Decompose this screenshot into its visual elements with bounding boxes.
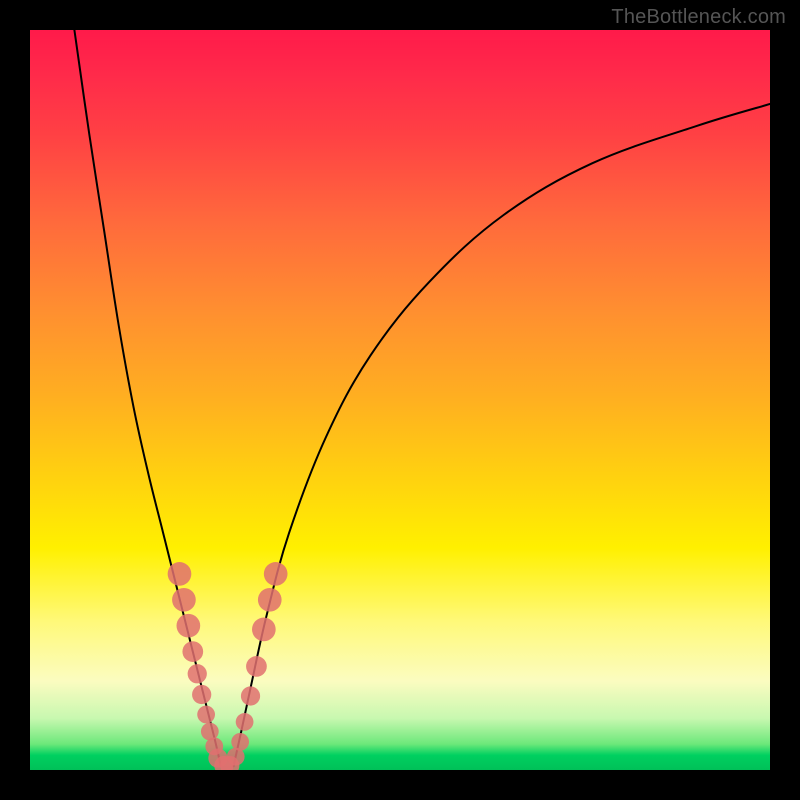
chart-svg [30, 30, 770, 770]
marker-point [241, 686, 260, 705]
marker-point [177, 614, 201, 638]
watermark-text: TheBottleneck.com [611, 6, 786, 29]
marker-point [172, 588, 196, 612]
marker-point [188, 664, 207, 683]
curve-right-branch [234, 104, 771, 766]
highlighted-markers [168, 562, 288, 770]
chart-frame: TheBottleneck.com [0, 0, 800, 800]
marker-point [168, 562, 192, 586]
plot-area [30, 30, 770, 770]
marker-point [192, 685, 211, 704]
marker-point [231, 733, 249, 751]
marker-point [236, 713, 254, 731]
marker-point [258, 588, 282, 612]
marker-point [246, 656, 267, 677]
marker-point [252, 618, 276, 642]
marker-point [264, 562, 288, 586]
marker-point [197, 706, 215, 724]
marker-point [182, 641, 203, 662]
